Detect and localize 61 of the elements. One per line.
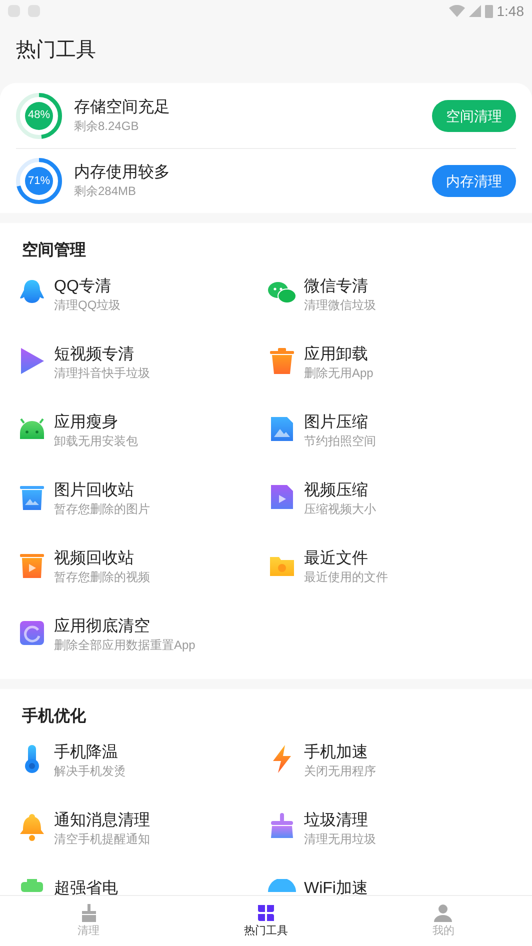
tool-title: 应用卸载 <box>304 345 369 365</box>
tool-item[interactable]: 视频压缩 压缩视频大小 <box>266 475 516 543</box>
tool-title: 最近文件 <box>304 549 369 569</box>
tool-title: 视频压缩 <box>304 481 369 501</box>
tool-title: 超强省电 <box>54 879 118 895</box>
tool-subtitle: 清理微信垃圾 <box>304 297 376 313</box>
tool-item[interactable]: 手机加速 关闭无用程序 <box>266 737 516 805</box>
tool-title: WiFi加速 <box>304 879 368 895</box>
summary-subtitle: 剩余8.24GB <box>74 118 140 134</box>
tool-item[interactable]: WiFi加速 <box>266 873 516 895</box>
tool-item[interactable]: 通知消息清理 清空手机提醒通知 <box>16 805 266 873</box>
section-title: 空间管理 <box>21 240 87 261</box>
tool-title: 图片压缩 <box>304 413 369 433</box>
tool-item[interactable]: 手机降温 解决手机发烫 <box>16 737 266 805</box>
tool-title: 应用瘦身 <box>54 413 119 433</box>
tool-subtitle: 清理无用垃圾 <box>304 831 376 847</box>
tool-item[interactable]: QQ专清 清理QQ垃圾 <box>16 271 266 339</box>
tool-subtitle: 删除无用App <box>304 365 374 381</box>
summary-title: 内存使用较多 <box>74 163 171 183</box>
tool-subtitle: 暂存您删除的视频 <box>54 569 150 585</box>
tool-item[interactable]: 应用卸载 删除无用App <box>266 339 516 407</box>
tool-title: 短视频专清 <box>54 345 135 365</box>
tool-title: 手机加速 <box>304 743 369 763</box>
tool-subtitle: 节约拍照空间 <box>304 433 376 449</box>
clock-time: 1:48 <box>496 2 524 21</box>
tool-subtitle: 最近使用的文件 <box>304 569 388 585</box>
tool-subtitle: 清空手机提醒通知 <box>54 831 150 847</box>
percent-text: 71% <box>26 174 52 189</box>
tool-item[interactable]: 应用瘦身 卸载无用安装包 <box>16 407 266 475</box>
tool-subtitle: 暂存您删除的图片 <box>54 501 150 517</box>
tool-title: 通知消息清理 <box>54 811 150 831</box>
summary-title: 存储空间充足 <box>74 98 171 118</box>
tool-item[interactable]: 垃圾清理 清理无用垃圾 <box>266 805 516 873</box>
tool-item[interactable]: 短视频专清 清理抖音快手垃圾 <box>16 339 266 407</box>
tool-subtitle: 解决手机发烫 <box>54 763 126 779</box>
tool-item[interactable]: 微信专清 清理微信垃圾 <box>266 271 516 339</box>
tool-item[interactable]: 超强省电 <box>16 873 266 895</box>
tool-item[interactable]: 最近文件 最近使用的文件 <box>266 543 516 611</box>
tool-item[interactable]: 图片压缩 节约拍照空间 <box>266 407 516 475</box>
tool-subtitle: 清理抖音快手垃圾 <box>54 365 150 381</box>
tool-subtitle: 清理QQ垃圾 <box>54 297 121 313</box>
tool-subtitle: 删除全部应用数据重置App <box>54 637 196 653</box>
tool-title: 垃圾清理 <box>304 811 369 831</box>
tool-subtitle: 压缩视频大小 <box>304 501 376 517</box>
tool-item[interactable]: 视频回收站 暂存您删除的视频 <box>16 543 266 611</box>
page-title: 热门工具 <box>16 38 96 62</box>
tool-subtitle: 卸载无用安装包 <box>54 433 138 449</box>
tool-title: 图片回收站 <box>54 481 135 501</box>
tool-title: 视频回收站 <box>54 549 135 569</box>
tool-subtitle: 关闭无用程序 <box>304 763 376 779</box>
tool-title: 微信专清 <box>304 277 369 297</box>
percent-text: 48% <box>26 108 52 124</box>
clean-button[interactable]: 内存清理 <box>432 165 516 197</box>
tool-title: QQ专清 <box>54 277 112 297</box>
tool-title: 手机降温 <box>54 743 119 763</box>
tool-title: 应用彻底清空 <box>54 617 151 637</box>
nav-tab[interactable]: 热门工具 <box>177 896 355 946</box>
section-title: 手机优化 <box>21 706 87 727</box>
tool-item[interactable]: 应用彻底清空 删除全部应用数据重置App <box>16 611 266 679</box>
summary-subtitle: 剩余284MB <box>74 183 138 199</box>
tool-item[interactable]: 图片回收站 暂存您删除的图片 <box>16 475 266 543</box>
